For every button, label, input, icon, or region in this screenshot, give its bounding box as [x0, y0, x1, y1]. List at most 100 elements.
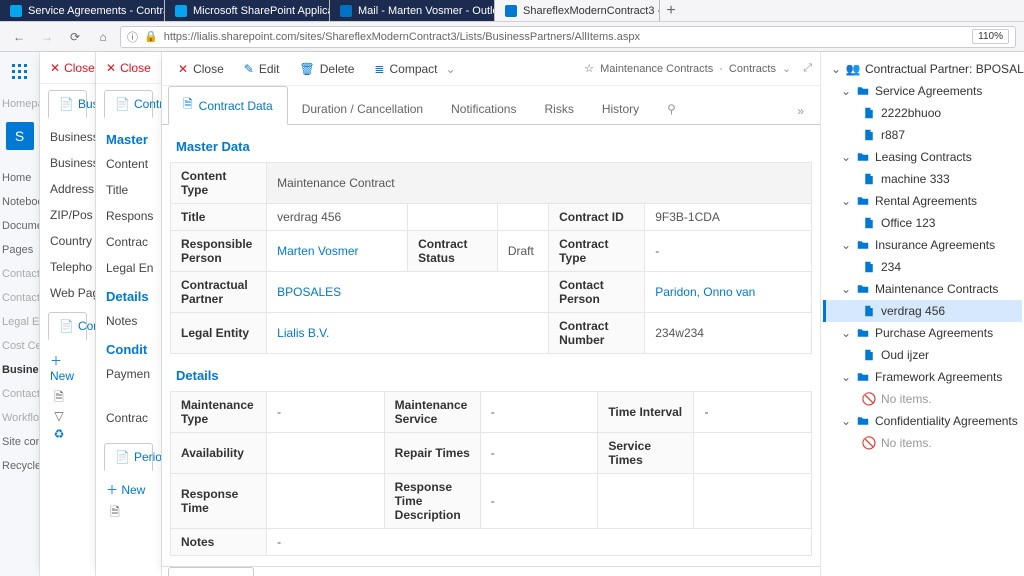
field-label: Legal En	[96, 255, 161, 281]
nav-item[interactable]: Legal Ent	[0, 310, 39, 334]
tabs-more-icon[interactable]: »	[787, 98, 814, 124]
subtab-documents[interactable]: 📄Documents1	[710, 571, 820, 576]
home-button[interactable]: ⌂	[92, 26, 114, 48]
nav-item[interactable]: Cost Cen	[0, 334, 39, 358]
info-icon[interactable]: ⓘ	[127, 29, 138, 45]
nav-homepage[interactable]: Homepage	[0, 92, 39, 116]
tree-folder[interactable]: ⌄Maintenance Contracts	[823, 278, 1022, 300]
new-tab-button[interactable]: +	[660, 0, 682, 21]
subtab-periods[interactable]: 🗎Periods0	[168, 567, 254, 576]
chevron-down-icon[interactable]: ⌄	[782, 62, 791, 75]
tree-empty: 🚫No items.	[823, 388, 1022, 410]
tab-contacts[interactable]: 📄 Conta	[48, 312, 87, 340]
nav-item-active[interactable]: Business	[0, 358, 39, 382]
nav-item[interactable]: Contacts	[0, 262, 39, 286]
tab-duration[interactable]: Duration / Cancellation	[288, 94, 437, 124]
field-label: Address	[40, 176, 95, 202]
close-button[interactable]: ✕ Close	[50, 61, 95, 75]
tree-item[interactable]: 234	[823, 256, 1022, 278]
zoom-indicator[interactable]: 110%	[972, 29, 1009, 44]
tab-business[interactable]: 📄 Busine	[48, 90, 87, 118]
forward-button[interactable]: →	[36, 26, 58, 48]
tree-folder[interactable]: ⌄Service Agreements	[823, 80, 1022, 102]
tab-contract-data[interactable]: 🗎Contract Data	[168, 86, 288, 125]
site-logo[interactable]: S	[6, 122, 34, 150]
field-label: Web Pag	[40, 280, 95, 306]
delete-button[interactable]: 🗑Delete	[292, 58, 363, 80]
tab-contract[interactable]: 📄 Contr	[104, 90, 153, 118]
nav-item[interactable]: Workflow	[0, 406, 39, 430]
tab-link-icon[interactable]: ⚲	[653, 94, 690, 124]
stack-panel-2: ✕ Close 📄 Contr Master Content Title Res…	[96, 52, 162, 576]
nav-item[interactable]: Documen	[0, 214, 39, 238]
browser-tab-active[interactable]: ShareflexModernContract3 - B...×	[495, 0, 660, 21]
back-button[interactable]: ←	[8, 26, 30, 48]
close-button[interactable]: ✕Close	[170, 58, 232, 80]
app-launcher-icon[interactable]	[0, 52, 40, 92]
tree-folder[interactable]: ⌄Confidentiality Agreements	[823, 410, 1022, 432]
tree-folder[interactable]: ⌄Rental Agreements	[823, 190, 1022, 212]
filter-icon[interactable]: ▽	[50, 407, 68, 425]
tree-item[interactable]: machine 333	[823, 168, 1022, 190]
section-details: Details	[162, 358, 820, 387]
tree-folder[interactable]: ⌄Leasing Contracts	[823, 146, 1022, 168]
tab-periods[interactable]: 📄 Perio	[104, 443, 153, 471]
field-label: Notes	[96, 308, 161, 334]
tree-item[interactable]: 2222bhuoo	[823, 102, 1022, 124]
tree-folder[interactable]: ⌄Purchase Agreements	[823, 322, 1022, 344]
tree-item[interactable]: Office 123	[823, 212, 1022, 234]
browser-tab[interactable]: Service Agreements - Contract...×	[0, 0, 165, 21]
tab-history[interactable]: History	[588, 94, 653, 124]
nav-item[interactable]: Site cont	[0, 430, 39, 454]
partner-link[interactable]: BPOSALES	[277, 285, 341, 299]
edit-button[interactable]: ✎Edit	[236, 58, 288, 80]
field-label: Telepho	[40, 254, 95, 280]
tree-item[interactable]: r887	[823, 124, 1022, 146]
tree-root[interactable]: ⌄👥Contractual Partner: BPOSALES	[823, 58, 1022, 80]
tree-panel: ⌄👥Contractual Partner: BPOSALES⌄Service …	[820, 52, 1024, 576]
close-button[interactable]: ✕ Close	[106, 61, 151, 75]
tree-folder[interactable]: ⌄Insurance Agreements	[823, 234, 1022, 256]
star-icon[interactable]: ☆	[584, 62, 594, 75]
new-button[interactable]: ＋ New	[40, 346, 95, 389]
nav-item[interactable]: Contact e	[0, 286, 39, 310]
browser-tab[interactable]: Mail - Marten Vosmer - Outloo...×	[330, 0, 495, 21]
expand-icon[interactable]: ⤢	[803, 62, 812, 75]
details-table: Maintenance Type- Maintenance Service- T…	[170, 391, 812, 556]
recycle-icon[interactable]: ♻	[50, 425, 68, 443]
tab-bar: 🗎Contract Data Duration / Cancellation N…	[162, 86, 820, 125]
stack-panel-1: ✕ Close 📄 Busine Business Business Addre…	[40, 52, 96, 576]
new-button[interactable]: ＋ New	[96, 475, 161, 504]
nav-item[interactable]: Pages	[0, 238, 39, 262]
section-master-data: Master Data	[162, 129, 820, 158]
browser-tab-strip: Service Agreements - Contract...× Micros…	[0, 0, 1024, 22]
nav-item[interactable]: Noteboo	[0, 190, 39, 214]
breadcrumb: ☆ Maintenance Contracts· Contracts ⌄ ⤢	[584, 62, 812, 75]
subtab-notes[interactable]: 📝Notes0	[630, 571, 710, 576]
subtab-payments[interactable]: 💳Payments0	[330, 571, 432, 576]
field-label: Content	[96, 151, 161, 177]
tab-notifications[interactable]: Notifications	[437, 94, 530, 124]
nav-item[interactable]: Recycle b	[0, 454, 39, 478]
compact-button[interactable]: ≣Compact⌄	[366, 58, 463, 80]
tab-risks[interactable]: Risks	[530, 94, 587, 124]
tree-item[interactable]: Oud ijzer	[823, 344, 1022, 366]
legal-entity-link[interactable]: Lialis B.V.	[277, 326, 329, 340]
person-link[interactable]: Marten Vosmer	[277, 244, 358, 258]
address-bar[interactable]: ⓘ 🔒 https://lialis.sharepoint.com/sites/…	[120, 26, 1016, 48]
suite-nav: Homepage S Home Noteboo Documen Pages Co…	[0, 52, 40, 576]
tree-folder[interactable]: ⌄Framework Agreements	[823, 366, 1022, 388]
browser-toolbar: ← → ⟳ ⌂ ⓘ 🔒 https://lialis.sharepoint.co…	[0, 22, 1024, 52]
nav-item[interactable]: Contact P	[0, 382, 39, 406]
reload-button[interactable]: ⟳	[64, 26, 86, 48]
subtab-tasks[interactable]: ☑Tasks0	[254, 571, 330, 576]
field-label: Respons	[96, 203, 161, 229]
nav-item[interactable]: Home	[0, 166, 39, 190]
subtab-relations[interactable]: 🔗Relations0	[531, 571, 630, 576]
subtab-positions[interactable]: 🗂Positions0	[432, 571, 530, 576]
document-icon: 🗎	[183, 95, 193, 116]
person-link[interactable]: Paridon, Onno van	[655, 285, 755, 299]
browser-tab[interactable]: Microsoft SharePoint Applicati...×	[165, 0, 330, 21]
tree-item[interactable]: verdrag 456	[823, 300, 1022, 322]
field-label: Business	[40, 124, 95, 150]
